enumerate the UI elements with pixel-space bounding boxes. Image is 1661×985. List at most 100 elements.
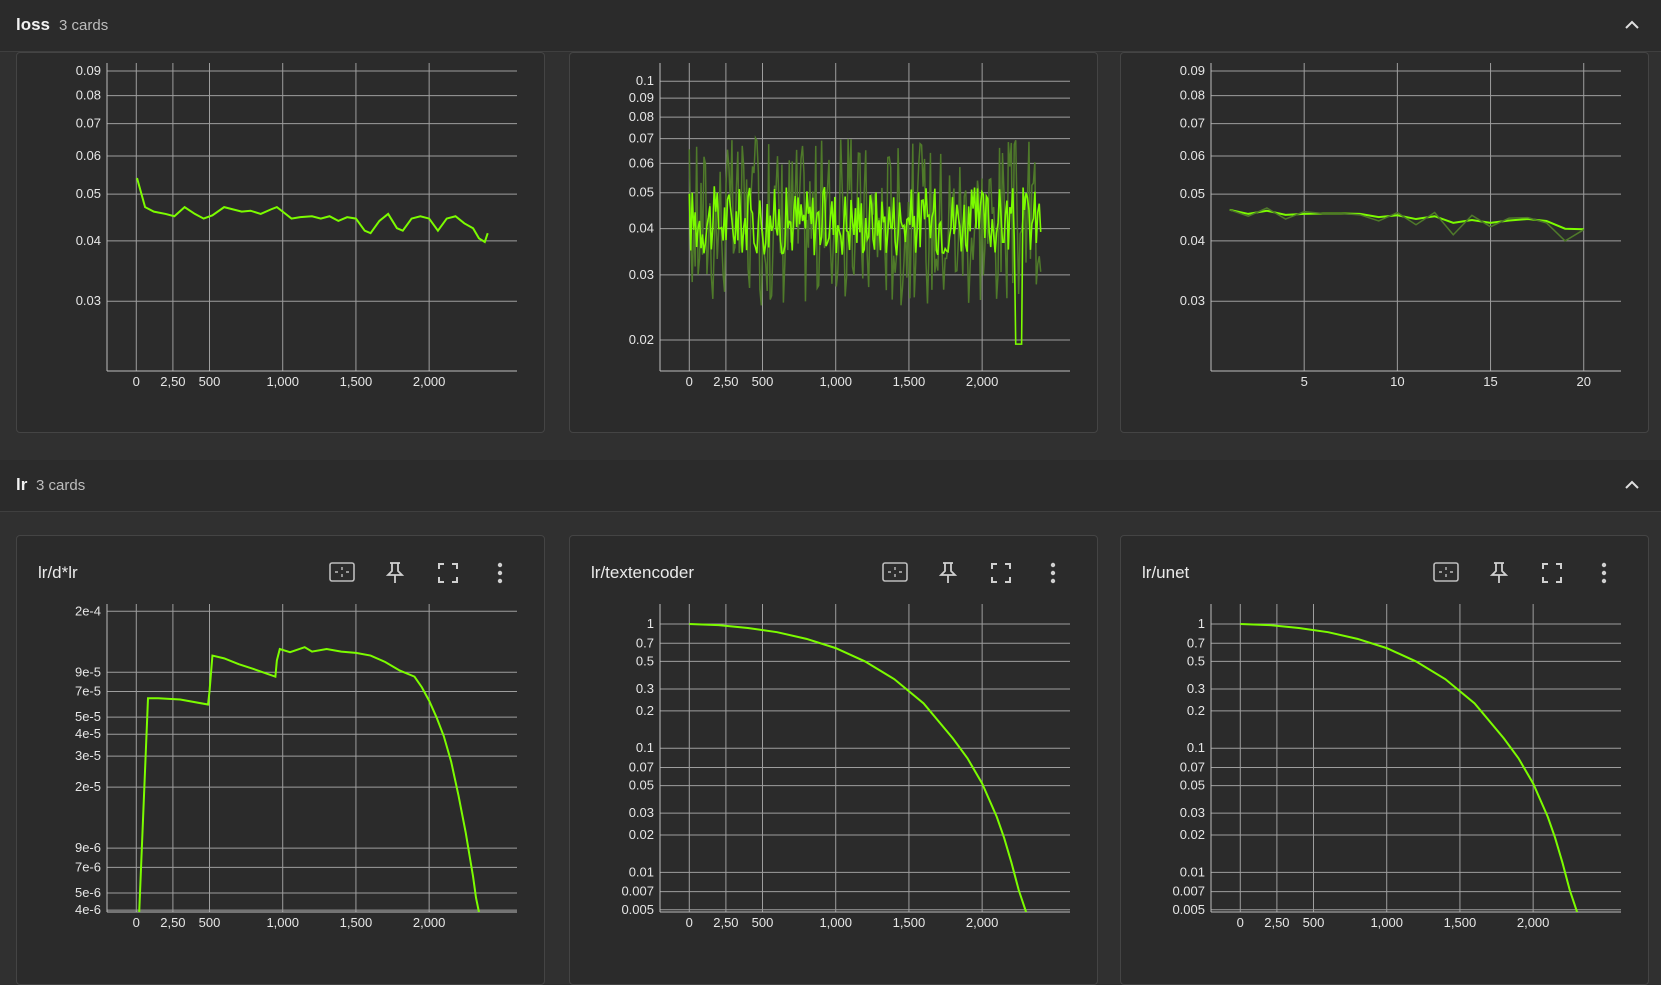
series-line[interactable] [689,623,1028,912]
y-tick-label: 0.09 [1180,63,1205,78]
y-tick-label: 0.01 [629,864,654,879]
y-tick-label: 0.06 [1180,148,1205,163]
x-tick-label: 1,000 [266,374,299,389]
x-tick-label: 1,000 [1370,915,1403,930]
y-tick-label: 0.07 [1180,759,1205,774]
series-line[interactable] [138,646,480,912]
x-tick-label: 2,50 [160,374,185,389]
y-tick-label: 7e-5 [75,683,101,698]
y-tick-label: 0.08 [1180,88,1205,103]
raw-series-line[interactable] [1229,207,1585,242]
x-tick-label: 0 [133,915,140,930]
y-tick-label: 0.02 [629,332,654,347]
y-tick-label: 0.04 [1180,233,1205,248]
y-tick-label: 0.07 [629,131,654,146]
y-tick-label: 0.07 [76,116,101,131]
x-tick-label: 2,000 [413,915,446,930]
line-chart[interactable]: 0.03 0.04 0.05 0.06 0.07 0.08 0.09 5 10 15 20 [1121,53,1648,432]
y-tick-label: 0.7 [1187,635,1205,650]
y-tick-label: 0.03 [629,805,654,820]
y-tick-label: 9e-6 [75,840,101,855]
y-tick-label: 2e-5 [75,779,101,794]
y-tick-label: 0.08 [76,88,101,103]
line-chart[interactable]: 0.005 0.007 0.01 0.02 0.03 0.05 0.07 0.1 0.2 0.3 0… [1121,536,1648,984]
y-tick-label: 0.04 [629,221,654,236]
y-tick-label: 0.09 [76,63,101,78]
y-tick-label: 0.06 [76,148,101,163]
x-tick-label: 10 [1390,374,1404,389]
y-tick-label: 0.05 [629,185,654,200]
x-tick-label: 2,50 [713,374,738,389]
y-tick-label: 0.09 [629,90,654,105]
line-chart[interactable]: 0.02 0.03 0.04 0.05 0.06 0.07 0.08 0.09 0.1 0 500 1… [570,53,1097,432]
series-line[interactable] [136,177,489,244]
x-tick-label: 500 [1303,915,1325,930]
chart-card: 0.03 0.04 0.05 0.06 0.07 0.08 0.09 0 500 1,000 1,5… [16,52,545,433]
x-tick-label: 1,500 [1444,915,1477,930]
y-tick-label: 0.05 [629,778,654,793]
y-tick-label: 0.3 [1187,681,1205,696]
x-tick-label: 500 [199,915,221,930]
y-tick-label: 1 [647,616,654,631]
x-tick-label: 500 [752,915,774,930]
x-tick-label: 20 [1576,374,1590,389]
x-tick-label: 1,000 [266,915,299,930]
chevron-up-icon[interactable] [1621,474,1643,496]
y-tick-label: 0.1 [636,740,654,755]
y-tick-label: 5e-5 [75,709,101,724]
y-tick-label: 2e-4 [75,603,101,618]
smoothed-series-line[interactable] [688,186,1042,345]
y-tick-label: 0.07 [1180,116,1205,131]
line-chart[interactable]: 0.005 0.007 0.01 0.02 0.03 0.05 0.07 0.1 0.2 0.3 0… [570,536,1097,984]
y-tick-label: 0.2 [636,703,654,718]
x-tick-label: 1,500 [340,374,373,389]
chart-card: 0.03 0.04 0.05 0.06 0.07 0.08 0.09 5 10 15 20 [1120,52,1649,433]
y-tick-label: 0.005 [1172,902,1205,917]
section-card-count: 3 cards [59,17,109,34]
y-tick-label: 3e-5 [75,748,101,763]
y-tick-label: 0.007 [1172,884,1205,899]
chevron-up-icon[interactable] [1621,14,1643,36]
series-line[interactable] [1240,623,1579,912]
chart-card: 0.02 0.03 0.04 0.05 0.06 0.07 0.08 0.09 0.1 0 500 1… [569,52,1098,433]
x-tick-label: 2,50 [1264,915,1289,930]
x-tick-label: 2,000 [966,374,999,389]
y-tick-label: 0.02 [1180,827,1205,842]
section-card-count: 3 cards [36,477,86,494]
chart-card-lr-unet: lr/unet 0.005 0.007 0.01 0.02 0.03 0.05 0.07 0.… [1120,535,1649,985]
y-tick-label: 9e-5 [75,664,101,679]
section-header-lr[interactable]: lr 3 cards [0,460,1661,512]
y-tick-label: 4e-5 [75,726,101,741]
line-chart[interactable]: 0.03 0.04 0.05 0.06 0.07 0.08 0.09 0 500 1,000 1,5… [17,53,544,432]
section-title: lr [16,475,28,494]
x-tick-label: 2,000 [413,374,446,389]
y-tick-label: 0.06 [629,155,654,170]
x-tick-label: 2,50 [160,915,185,930]
y-tick-label: 0.03 [629,267,654,282]
x-tick-label: 0 [1237,915,1244,930]
line-chart[interactable]: 4e-6 5e-6 7e-6 9e-6 2e-5 3e-5 4e-5 5e-5 7e-5 9e-5… [17,536,544,984]
x-tick-label: 15 [1483,374,1497,389]
x-tick-label: 0 [686,374,693,389]
y-tick-label: 0.04 [76,233,101,248]
y-tick-label: 0.05 [1180,778,1205,793]
y-tick-label: 0.03 [1180,293,1205,308]
y-tick-label: 0.08 [629,109,654,124]
x-tick-label: 5 [1301,374,1308,389]
section-header-loss[interactable]: loss 3 cards [0,0,1661,52]
y-tick-label: 0.05 [76,186,101,201]
y-tick-label: 0.2 [1187,703,1205,718]
y-tick-label: 0.01 [1180,864,1205,879]
y-tick-label: 0.02 [629,827,654,842]
y-tick-label: 5e-6 [75,885,101,900]
y-tick-label: 0.03 [76,293,101,308]
y-tick-label: 0.3 [636,681,654,696]
x-tick-label: 1,500 [340,915,373,930]
y-tick-label: 0.005 [621,902,654,917]
y-tick-label: 0.5 [1187,653,1205,668]
x-tick-label: 1,500 [893,915,926,930]
section-title: loss [16,15,51,34]
x-tick-label: 1,500 [893,374,926,389]
x-tick-label: 2,000 [966,915,999,930]
y-tick-label: 0.007 [621,884,654,899]
